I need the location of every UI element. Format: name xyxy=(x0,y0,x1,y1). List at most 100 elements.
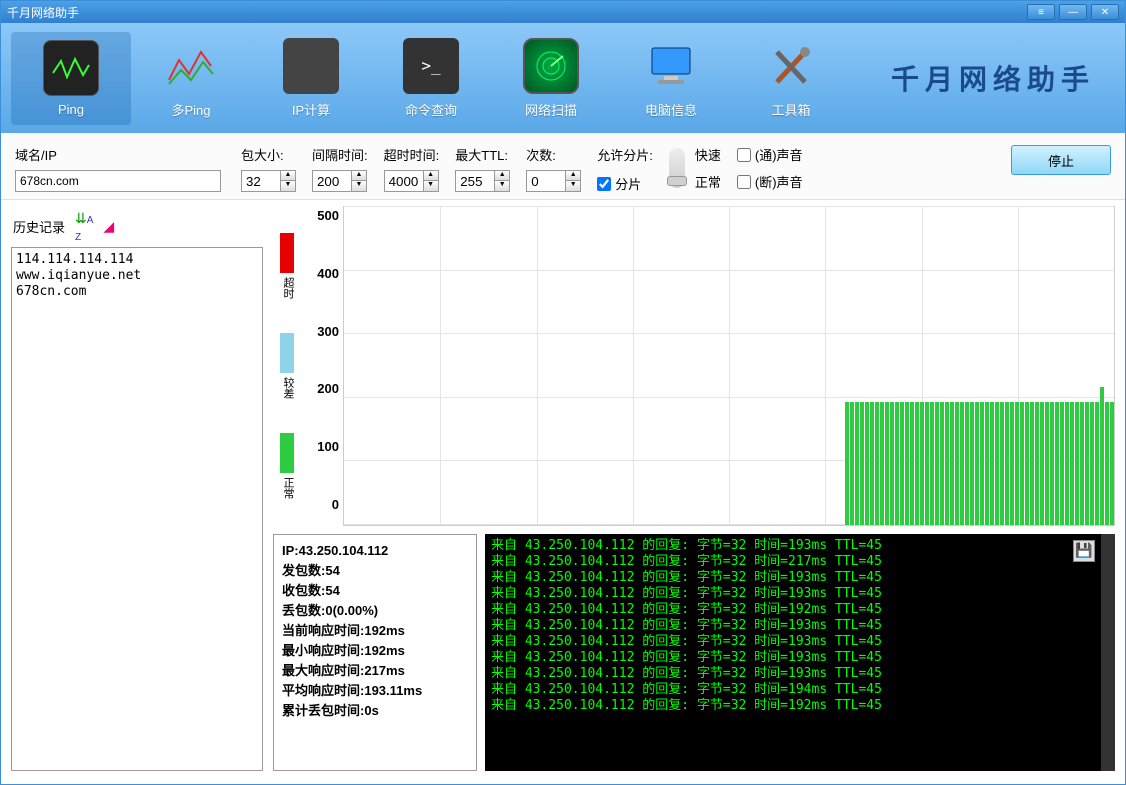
stop-button[interactable]: 停止 xyxy=(1011,145,1111,175)
pktsize-spinner[interactable]: ▲▼ xyxy=(241,170,296,192)
chart-bar xyxy=(885,402,889,525)
bottom-row: IP:43.250.104.112 发包数:54 收包数:54 丢包数:0(0.… xyxy=(273,534,1115,771)
close-button[interactable]: ✕ xyxy=(1091,4,1119,20)
chart-bar xyxy=(1050,402,1054,525)
history-item[interactable]: 114.114.114.114 xyxy=(16,252,258,268)
chart-bar xyxy=(1035,402,1039,525)
legend-swatch xyxy=(280,433,294,473)
tool-netscan[interactable]: 网络扫描 xyxy=(491,30,611,127)
chart-bar xyxy=(1095,402,1099,525)
chart-bar xyxy=(935,402,939,525)
stat-sent: 54 xyxy=(325,563,339,578)
history-header: 历史记录 ⇊AZ ◢ xyxy=(11,206,263,247)
chart-bar xyxy=(910,402,914,525)
chart-bar xyxy=(1100,387,1104,525)
save-icon[interactable]: 💾 xyxy=(1073,540,1095,562)
spin-up-icon[interactable]: ▲ xyxy=(281,171,295,181)
interval-spinner[interactable]: ▲▼ xyxy=(312,170,368,192)
chart-bar xyxy=(875,402,879,525)
sound-pass-checkbox[interactable]: (通)声音 xyxy=(737,145,803,164)
monitor-icon xyxy=(643,38,699,94)
chart-bar xyxy=(980,402,984,525)
chart-bar xyxy=(1045,402,1049,525)
tool-toolbox[interactable]: 工具箱 xyxy=(731,30,851,127)
console-line: 来自 43.250.104.112 的回复: 字节=32 时间=193ms TT… xyxy=(491,666,1109,682)
main-toolbar: Ping 多Ping IP计算 >_ 命令查询 xyxy=(1,23,1125,133)
tool-ping[interactable]: Ping xyxy=(11,32,131,125)
tool-ipcalc[interactable]: IP计算 xyxy=(251,30,371,127)
domain-input[interactable] xyxy=(15,170,221,192)
domain-label: 域名/IP xyxy=(15,145,225,164)
console-scrollbar[interactable] xyxy=(1101,534,1115,771)
chart-bar xyxy=(870,402,874,525)
count-label: 次数: xyxy=(526,145,581,164)
titlebar: 千月网络助手 ≡ — ✕ xyxy=(1,1,1125,23)
frag-label: 允许分片: xyxy=(597,145,653,164)
chart-bar xyxy=(990,402,994,525)
legend-label: 较差 xyxy=(280,377,296,399)
chart-bar xyxy=(925,402,929,525)
tool-ipcalc-label: IP计算 xyxy=(251,100,371,119)
chart-bar xyxy=(860,402,864,525)
speed-slider[interactable] xyxy=(669,148,685,188)
content-area: 历史记录 ⇊AZ ◢ 114.114.114.114www.iqianyue.n… xyxy=(1,200,1125,781)
window-title: 千月网络助手 xyxy=(7,4,79,21)
app-window: 千月网络助手 ≡ — ✕ Ping 多Ping xyxy=(0,0,1126,785)
chart-legend: 超时较差正常 xyxy=(273,206,303,526)
window-controls: ≡ — ✕ xyxy=(1027,4,1119,20)
menu-button[interactable]: ≡ xyxy=(1027,4,1055,20)
count-spinner[interactable]: ▲▼ xyxy=(526,170,581,192)
chart-bar xyxy=(1065,402,1069,525)
tool-multiping[interactable]: 多Ping xyxy=(131,30,251,127)
ping-icon xyxy=(43,40,99,96)
chart-bar xyxy=(1025,402,1029,525)
chart-bar xyxy=(1075,402,1079,525)
terminal-icon: >_ xyxy=(403,38,459,94)
chart-bar xyxy=(1105,402,1109,525)
frag-checkbox[interactable]: 分片 xyxy=(597,174,653,193)
left-column: 历史记录 ⇊AZ ◢ 114.114.114.114www.iqianyue.n… xyxy=(11,206,263,771)
chart-area: 超时较差正常 5004003002001000 xyxy=(273,206,1115,526)
minimize-button[interactable]: — xyxy=(1059,4,1087,20)
eraser-icon[interactable]: ◢ xyxy=(103,218,114,235)
history-list[interactable]: 114.114.114.114www.iqianyue.net678cn.com xyxy=(11,247,263,771)
legend-swatch xyxy=(280,233,294,273)
chart-bar xyxy=(1020,402,1024,525)
maxttl-spinner[interactable]: ▲▼ xyxy=(455,170,510,192)
chart-bar xyxy=(950,402,954,525)
spin-down-icon[interactable]: ▼ xyxy=(281,181,295,191)
tool-cmdquery[interactable]: >_ 命令查询 xyxy=(371,30,491,127)
history-item[interactable]: 678cn.com xyxy=(16,284,258,300)
chart-bar xyxy=(1040,402,1044,525)
speed-normal-label: 正常 xyxy=(695,172,721,191)
chart-bar xyxy=(1000,402,1004,525)
console-output[interactable]: 💾 来自 43.250.104.112 的回复: 字节=32 时间=193ms … xyxy=(485,534,1115,771)
timeout-label: 超时时间: xyxy=(384,145,440,164)
chart-bar xyxy=(1005,402,1009,525)
console-line: 来自 43.250.104.112 的回复: 字节=32 时间=193ms TT… xyxy=(491,618,1109,634)
stat-ip: 43.250.104.112 xyxy=(299,543,389,558)
chart-bar xyxy=(995,402,999,525)
chart-bar xyxy=(920,402,924,525)
console-line: 来自 43.250.104.112 的回复: 字节=32 时间=193ms TT… xyxy=(491,634,1109,650)
sort-icon[interactable]: ⇊AZ xyxy=(75,210,93,243)
chart-bar xyxy=(855,402,859,525)
speed-fast-label: 快速 xyxy=(695,145,721,164)
console-line: 来自 43.250.104.112 的回复: 字节=32 时间=192ms TT… xyxy=(491,698,1109,714)
tools-icon xyxy=(763,38,819,94)
chart-bar xyxy=(945,402,949,525)
history-item[interactable]: www.iqianyue.net xyxy=(16,268,258,284)
maxttl-label: 最大TTL: xyxy=(455,145,510,164)
tool-netscan-label: 网络扫描 xyxy=(491,100,611,119)
chart-bar xyxy=(1090,402,1094,525)
tool-toolbox-label: 工具箱 xyxy=(731,100,851,119)
history-label: 历史记录 xyxy=(13,217,65,236)
tool-pcinfo[interactable]: 电脑信息 xyxy=(611,30,731,127)
chart-bar xyxy=(955,402,959,525)
brand-text: 千月网络助手 xyxy=(891,58,1095,98)
timeout-spinner[interactable]: ▲▼ xyxy=(384,170,440,192)
chart-bar xyxy=(1015,402,1019,525)
sound-fail-checkbox[interactable]: (断)声音 xyxy=(737,172,803,191)
chart-bar xyxy=(1010,402,1014,525)
pktsize-label: 包大小: xyxy=(241,145,296,164)
